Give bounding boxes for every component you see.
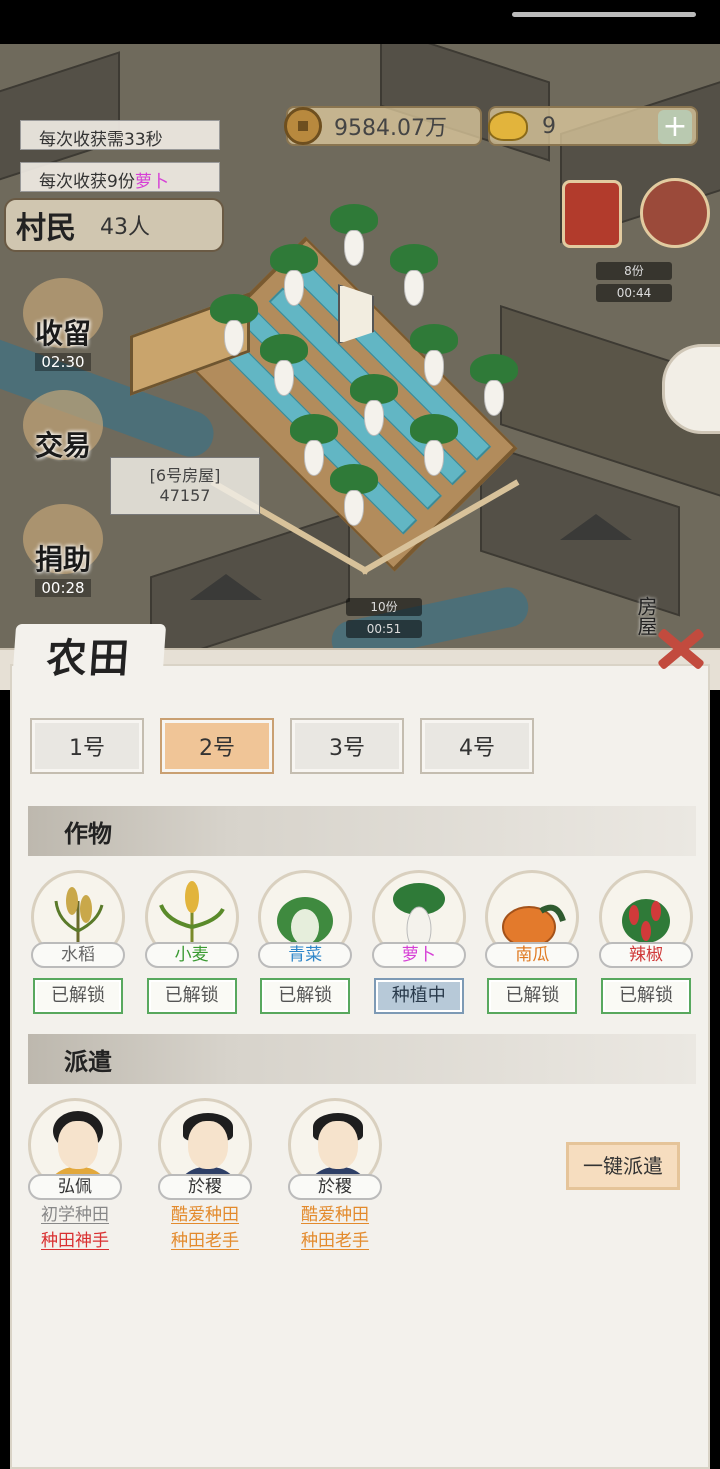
worker-trait: 种田神手 [41, 1231, 109, 1251]
villager-count[interactable]: 村民 43人 [4, 198, 224, 252]
crop-name: 萝卜 [371, 942, 466, 968]
worker-trait: 初学种田 [41, 1205, 109, 1225]
worker-card[interactable]: 於稷 酷爱种田 种田老手 [158, 1098, 252, 1252]
notice-scroll-icon[interactable] [562, 180, 622, 248]
radish-plant [390, 244, 438, 308]
crop-item-rice[interactable]: 水稻 已解锁 [28, 870, 128, 1014]
radish-plant [330, 464, 378, 528]
harvest-time-label: 每次收获需33秒 [20, 120, 220, 150]
worker-name: 於稷 [158, 1174, 252, 1200]
worker-name: 弘佩 [28, 1174, 122, 1200]
villager-number: 43人 [100, 215, 150, 240]
trade-button[interactable]: 交易 [18, 390, 108, 464]
shelter-button[interactable]: 收留 02:30 [18, 278, 108, 371]
house-tag[interactable]: [6号房屋] 47157 [110, 457, 260, 515]
game-map[interactable]: 9584.07万 9 + 每次收获需33秒 每次收获9份萝卜 村民 43人 收留… [0, 44, 720, 664]
crop-state[interactable]: 已解锁 [487, 978, 578, 1014]
radish-plant [410, 414, 458, 478]
crop-name: 南瓜 [485, 942, 580, 968]
radish-plant [350, 374, 398, 438]
crop-state[interactable]: 已解锁 [146, 978, 237, 1014]
worker-trait: 酷爱种田 [301, 1205, 369, 1225]
tab-field-2[interactable]: 2号 [160, 718, 274, 774]
map-timer: 8份 00:44 [596, 262, 672, 306]
harvest-amount-label: 每次收获9份萝卜 [20, 162, 220, 192]
radish-plant [470, 354, 518, 418]
worker-list: 弘佩 初学种田 种田神手 於稷 酷爱种田 种田老手 於稷 酷爱种田 种田老手 [28, 1098, 382, 1252]
radish-plant [290, 414, 338, 478]
coin-amount: 9584.07万 [334, 116, 447, 141]
gold-counter: 9 + [488, 106, 698, 146]
villager-label: 村民 [16, 211, 76, 246]
gold-ingot-icon [488, 111, 528, 141]
donate-button[interactable]: 捐助 00:28 [18, 504, 108, 597]
crop-state[interactable]: 已解锁 [33, 978, 123, 1014]
crop-name: 小麦 [144, 942, 239, 968]
crop-name: 水稻 [31, 942, 125, 968]
crop-item-radish[interactable]: 萝卜 种植中 [369, 870, 469, 1014]
farm-plot[interactable] [120, 194, 580, 614]
worker-trait: 种田老手 [301, 1231, 369, 1251]
crop-state[interactable]: 已解锁 [260, 978, 351, 1014]
coin-icon [284, 107, 322, 145]
crop-name: 辣椒 [598, 942, 693, 968]
field-tabs: 1号 2号 3号 4号 [30, 718, 534, 774]
tab-field-4[interactable]: 4号 [420, 718, 534, 774]
coin-counter: 9584.07万 [284, 106, 482, 146]
crop-state[interactable]: 种植中 [373, 978, 464, 1014]
worker-name: 於稷 [288, 1174, 382, 1200]
radish-plant [260, 334, 308, 398]
dispatch-section-header: 派遣 [28, 1034, 696, 1084]
crop-list: 水稻 已解锁 小麦 已解锁 青菜 已解锁 萝卜 种植中 南瓜 已解锁 辣椒 已解… [28, 870, 696, 1014]
crop-item-wheat[interactable]: 小麦 已解锁 [142, 870, 242, 1014]
close-button[interactable] [650, 620, 708, 678]
worker-card[interactable]: 弘佩 初学种田 种田神手 [28, 1098, 122, 1252]
gesture-pill [512, 12, 696, 17]
radish-plant [210, 294, 258, 358]
crop-state[interactable]: 已解锁 [600, 978, 691, 1014]
radish-plant [330, 204, 378, 268]
system-status-bar [0, 0, 720, 44]
tab-field-3[interactable]: 3号 [290, 718, 404, 774]
panel-title: 农田 [11, 624, 167, 686]
add-gold-button[interactable]: + [658, 110, 692, 144]
radish-plant [410, 324, 458, 388]
gold-amount: 9 [542, 113, 556, 139]
tab-field-1[interactable]: 1号 [30, 718, 144, 774]
crop-name: 青菜 [258, 942, 353, 968]
crops-section-header: 作物 [28, 806, 696, 856]
crop-item-greens[interactable]: 青菜 已解锁 [255, 870, 355, 1014]
crop-item-pepper[interactable]: 辣椒 已解锁 [596, 870, 696, 1014]
dispatch-all-button[interactable]: 一键派遣 [566, 1142, 680, 1190]
worker-trait: 酷爱种田 [171, 1205, 239, 1225]
radish-plant [270, 244, 318, 308]
settings-gear-icon[interactable] [640, 178, 710, 248]
worker-trait: 种田老手 [171, 1231, 239, 1251]
crop-item-pumpkin[interactable]: 南瓜 已解锁 [482, 870, 582, 1014]
worker-card[interactable]: 於稷 酷爱种田 种田老手 [288, 1098, 382, 1252]
